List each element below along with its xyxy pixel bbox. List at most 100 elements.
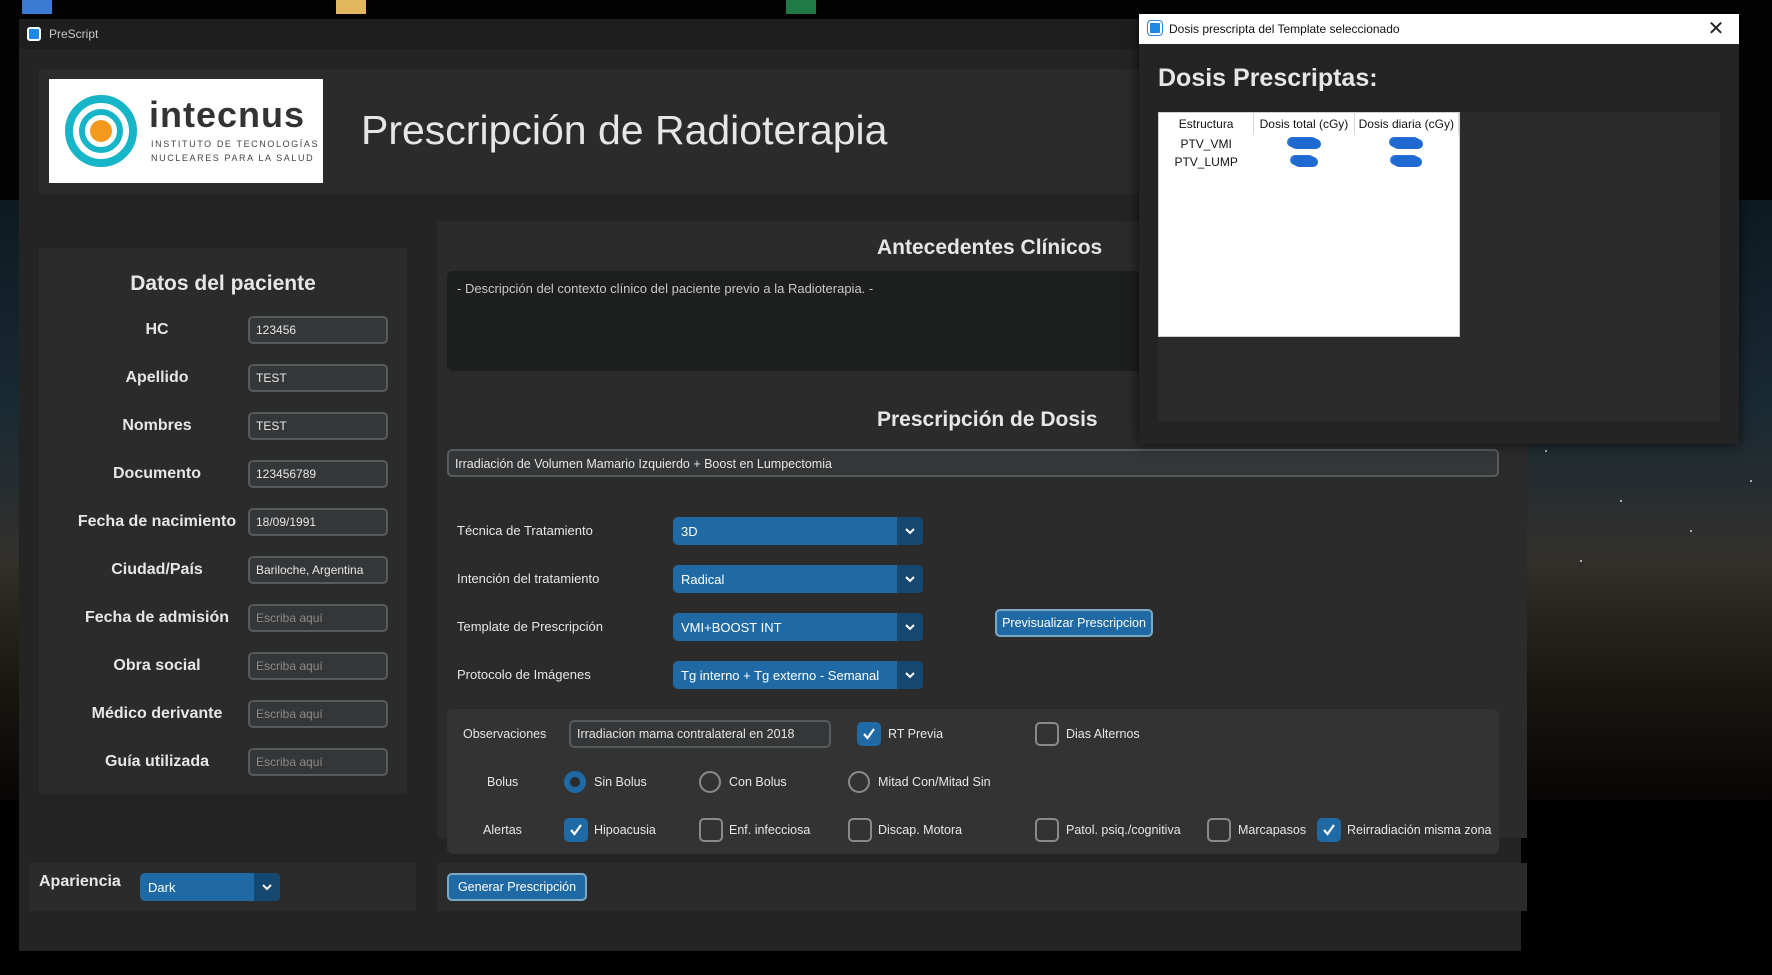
patient-panel-title: Datos del paciente — [130, 272, 316, 295]
discap-motora-checkbox[interactable] — [848, 818, 872, 842]
logo-dot-icon — [90, 120, 112, 142]
hipoacusia-label: Hipoacusia — [594, 823, 656, 837]
appearance-value: Dark — [148, 880, 176, 895]
mitad-bolus-label: Mitad Con/Mitad Sin — [878, 775, 991, 789]
apellido-input[interactable] — [248, 364, 388, 392]
chevron-down-icon[interactable] — [897, 661, 923, 689]
intencion-value: Radical — [681, 572, 725, 587]
chevron-down-icon[interactable] — [254, 873, 280, 901]
hc-input[interactable] — [248, 316, 388, 344]
field-label-fecha-nacimiento: Fecha de nacimiento — [77, 513, 237, 530]
intencion-dropdown[interactable]: Radical — [673, 565, 923, 593]
observations-panel: Observaciones Irradiacion mama contralat… — [447, 709, 1499, 854]
con-bolus-radio[interactable] — [699, 771, 721, 793]
table-header-dosis-total: Dosis total (cGy) — [1253, 113, 1355, 135]
folder-icon[interactable] — [336, 0, 366, 14]
preview-prescription-button[interactable]: Previsualizar Prescripcion — [995, 609, 1153, 637]
patol-psiq-checkbox[interactable] — [1035, 818, 1059, 842]
dias-alternos-checkbox[interactable] — [1035, 722, 1059, 746]
field-label-documento: Documento — [113, 465, 201, 482]
table-row[interactable]: PTV_VMI — [1159, 135, 1459, 153]
reirradiacion-checkbox[interactable] — [1317, 818, 1341, 842]
reirradiacion-label: Reirradiación misma zona — [1347, 823, 1492, 837]
protocolo-dropdown[interactable]: Tg interno + Tg externo - Semanal — [673, 661, 923, 689]
chevron-down-icon[interactable] — [897, 565, 923, 593]
appearance-panel: Apariencia Dark — [29, 863, 416, 911]
redacted-value — [1354, 135, 1458, 153]
protocolo-value: Tg interno + Tg externo - Semanal — [681, 668, 880, 683]
appearance-label: Apariencia — [39, 873, 121, 890]
table-header-dosis-diaria: Dosis diaria (cGy) — [1354, 113, 1460, 135]
medico-derivante-input[interactable] — [248, 700, 388, 728]
patol-psiq-label: Patol. psiq./cognitiva — [1066, 823, 1181, 837]
field-label-ciudad-pais: Ciudad/País — [111, 561, 203, 578]
window-title: PreScript — [49, 27, 99, 41]
app-icon — [27, 27, 41, 41]
popup-title: Dosis prescripta del Template selecciona… — [1169, 22, 1400, 36]
clinical-history-title: Antecedentes Clínicos — [877, 236, 1103, 259]
app-icon — [1148, 21, 1162, 35]
template-value: VMI+BOOST INT — [681, 620, 782, 635]
field-label-obra-social: Obra social — [113, 657, 201, 674]
field-label-medico-derivante: Médico derivante — [91, 705, 223, 722]
logo-name: intecnus — [149, 94, 306, 135]
logo-subtitle-1: INSTITUTO DE TECNOLOGÍAS — [151, 139, 320, 149]
checkmark-icon — [1323, 824, 1335, 836]
enf-infecciosa-label: Enf. infecciosa — [729, 823, 811, 837]
con-bolus-label: Con Bolus — [729, 775, 787, 789]
tecnica-dropdown[interactable]: 3D — [673, 517, 923, 545]
bolus-label: Bolus — [487, 775, 519, 789]
redacted-value — [1254, 135, 1354, 153]
obra-social-input[interactable] — [248, 652, 388, 680]
rt-previa-label: RT Previa — [888, 727, 944, 741]
prescription-name-input[interactable]: Irradiación de Volumen Mamario Izquierdo… — [447, 449, 1499, 477]
nombres-input[interactable] — [248, 412, 388, 440]
logo-subtitle-2: NUCLEARES PARA LA SALUD — [151, 153, 315, 163]
popup-title-bar[interactable]: Dosis prescripta del Template selecciona… — [1139, 14, 1739, 44]
generate-prescription-button[interactable]: Generar Prescripción — [447, 873, 587, 901]
hipoacusia-checkbox[interactable] — [564, 818, 588, 842]
table-header-estructura: Estructura — [1159, 113, 1255, 135]
appearance-dropdown[interactable]: Dark — [140, 873, 280, 901]
observaciones-label: Observaciones — [463, 727, 547, 741]
sin-bolus-label: Sin Bolus — [594, 775, 647, 789]
dose-preview-window: Dosis prescripta del Template selecciona… — [1139, 14, 1739, 444]
mitad-bolus-radio[interactable] — [848, 771, 870, 793]
template-label: Template de Prescripción — [457, 619, 603, 634]
discap-motora-label: Discap. Motora — [878, 823, 963, 837]
fecha-nacimiento-input[interactable] — [248, 508, 388, 536]
table-row[interactable]: PTV_LUMP — [1159, 153, 1459, 171]
guia-utilizada-input[interactable] — [248, 748, 388, 776]
documento-input[interactable] — [248, 460, 388, 488]
excel-icon[interactable] — [786, 0, 816, 14]
field-label-guia-utilizada: Guía utilizada — [104, 753, 209, 770]
tecnica-value: 3D — [681, 524, 698, 539]
ciudad-pais-input[interactable] — [248, 556, 388, 584]
template-dropdown[interactable]: VMI+BOOST INT — [673, 613, 923, 641]
field-label-nombres: Nombres — [122, 417, 192, 434]
redacted-value — [1354, 153, 1458, 171]
dias-alternos-label: Dias Alternos — [1066, 727, 1140, 741]
field-label-hc: HC — [145, 321, 169, 338]
checkmark-icon — [570, 824, 582, 836]
tecnica-label: Técnica de Tratamiento — [457, 523, 593, 538]
marcapasos-checkbox[interactable] — [1207, 818, 1231, 842]
structure-cell: PTV_LUMP — [1174, 155, 1238, 169]
alertas-label: Alertas — [483, 823, 522, 837]
sin-bolus-radio[interactable] — [564, 771, 586, 793]
patient-panel: Datos del paciente HC Apellido Nombres D… — [39, 248, 407, 794]
observaciones-input[interactable]: Irradiacion mama contralateral en 2018 — [569, 720, 831, 748]
enf-infecciosa-checkbox[interactable] — [699, 818, 723, 842]
chevron-down-icon[interactable] — [897, 517, 923, 545]
generate-panel: Generar Prescripción — [437, 863, 1527, 911]
page-title: Prescripción de Radioterapia — [361, 107, 888, 153]
fecha-admision-input[interactable] — [248, 604, 388, 632]
checkmark-icon — [863, 728, 875, 740]
rt-previa-checkbox[interactable] — [857, 722, 881, 746]
field-label-fecha-admision: Fecha de admisión — [84, 609, 230, 626]
close-icon[interactable]: ✕ — [1701, 16, 1731, 42]
chevron-down-icon[interactable] — [897, 613, 923, 641]
marcapasos-label: Marcapasos — [1238, 823, 1307, 837]
desktop-shortcut-icon[interactable] — [22, 0, 52, 14]
redacted-value — [1254, 153, 1354, 171]
